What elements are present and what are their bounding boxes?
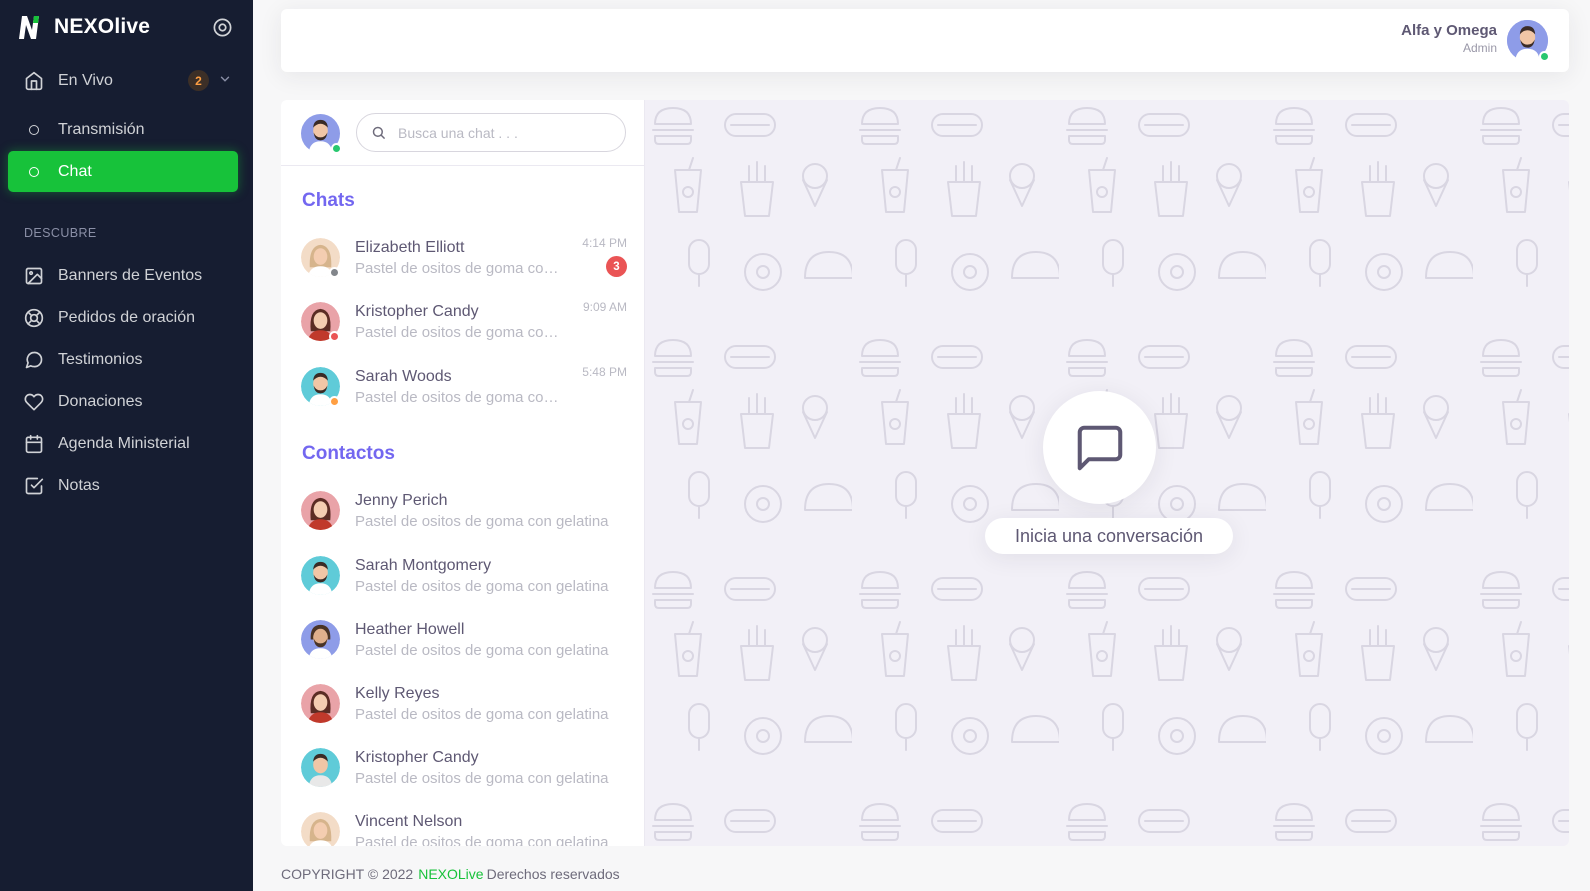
nav-label-testimonios: Testimonios bbox=[58, 350, 143, 368]
contact-item[interactable]: Heather Howell Pastel de ositos de goma … bbox=[281, 612, 644, 674]
nav-label-agenda: Agenda Ministerial bbox=[58, 434, 190, 452]
nav-item-notas[interactable]: Notas bbox=[8, 465, 238, 506]
user-avatar[interactable] bbox=[1507, 20, 1550, 62]
chat-search[interactable] bbox=[356, 113, 626, 152]
offline-status-dot bbox=[329, 267, 340, 278]
nav-item-testimonios[interactable]: Testimonios bbox=[8, 339, 238, 380]
check-square-icon bbox=[24, 476, 44, 496]
nav-label-transmision: Transmisión bbox=[58, 120, 145, 138]
start-chat-button[interactable] bbox=[1043, 391, 1156, 504]
life-buoy-icon bbox=[24, 308, 44, 328]
nav-label-banners: Banners de Eventos bbox=[58, 266, 203, 284]
busy-status-dot bbox=[329, 331, 340, 342]
user-name: Alfa y Omega bbox=[1401, 22, 1497, 39]
contact-about: Pastel de ositos de goma con gelatina bbox=[355, 706, 609, 723]
footer: COPYRIGHT © 2022 NEXOLive Derechos reserva… bbox=[281, 866, 620, 882]
footer-rights: Derechos reservados bbox=[486, 866, 620, 882]
nav-item-agenda[interactable]: Agenda Ministerial bbox=[8, 423, 238, 464]
chat-contact-name: Sarah Woods bbox=[355, 368, 452, 385]
chat-search-input[interactable] bbox=[398, 124, 598, 141]
contact-item[interactable]: Kelly Reyes Pastel de ositos de goma con… bbox=[281, 676, 644, 738]
away-status-dot bbox=[329, 396, 340, 407]
contact-name: Jenny Perich bbox=[355, 492, 448, 509]
contact-name: Kristopher Candy bbox=[355, 749, 479, 766]
nav-badge-count: 2 bbox=[188, 70, 209, 91]
heart-icon bbox=[24, 392, 44, 412]
contact-name: Sarah Montgomery bbox=[355, 557, 492, 574]
chat-item[interactable]: Sarah Woods Pastel de ositos de goma con… bbox=[281, 359, 644, 421]
user-role: Admin bbox=[1462, 41, 1497, 55]
contact-about: Pastel de ositos de goma con gelatina bbox=[355, 642, 609, 659]
nav-item-chat[interactable]: Chat bbox=[8, 151, 238, 192]
message-square-icon bbox=[1077, 425, 1122, 470]
my-profile-avatar[interactable] bbox=[301, 114, 342, 154]
nav-label-en-vivo: En Vivo bbox=[58, 71, 113, 89]
image-icon bbox=[24, 266, 44, 286]
footer-copyright: COPYRIGHT © 2022 bbox=[281, 866, 414, 882]
nav-item-banners[interactable]: Banners de Eventos bbox=[8, 255, 238, 296]
chat-item[interactable]: Kristopher Candy Pastel de ositos de gom… bbox=[281, 294, 644, 356]
chat-time: 9:09 AM bbox=[582, 300, 627, 314]
online-status-dot bbox=[1539, 51, 1550, 62]
nav-label-donaciones: Donaciones bbox=[58, 392, 143, 410]
contact-name: Vincent Nelson bbox=[355, 813, 463, 830]
chat-last-message: Pastel de ositos de goma con gelatina bbox=[355, 389, 565, 406]
collapse-toggle-icon[interactable] bbox=[212, 17, 233, 38]
top-navbar: Alfa y Omega Admin bbox=[281, 9, 1569, 72]
brand-name: NEXOlive bbox=[54, 15, 151, 38]
nav-item-en-vivo[interactable]: En Vivo 2 bbox=[8, 60, 238, 101]
contact-item[interactable]: Jenny Perich Pastel de ositos de goma co… bbox=[281, 483, 644, 545]
nexo-logo-icon bbox=[19, 16, 39, 39]
footer-brand-link[interactable]: NEXOLive bbox=[418, 866, 483, 882]
contact-name: Heather Howell bbox=[355, 621, 465, 638]
chevron-down-icon bbox=[220, 76, 230, 82]
unread-count-badge: 3 bbox=[606, 256, 627, 277]
avatar-man-icon bbox=[301, 556, 340, 595]
contact-about: Pastel de ositos de goma con gelatina bbox=[355, 513, 609, 530]
user-info[interactable]: Alfa y Omega Admin bbox=[1401, 22, 1497, 55]
start-conversation-label[interactable]: Inicia una conversación bbox=[985, 518, 1233, 554]
contact-about: Pastel de ositos de goma con gelatina bbox=[355, 578, 609, 595]
nav-item-pedidos[interactable]: Pedidos de oración bbox=[8, 297, 238, 338]
nav-item-donaciones[interactable]: Donaciones bbox=[8, 381, 238, 422]
contact-about: Pastel de ositos de goma con gelatina bbox=[355, 834, 609, 846]
search-icon bbox=[372, 126, 385, 139]
avatar-man-icon bbox=[301, 620, 340, 659]
circle-icon bbox=[24, 120, 44, 140]
chat-contact-name: Kristopher Candy bbox=[355, 303, 479, 320]
chats-section-title: Chats bbox=[302, 190, 355, 211]
chat-last-message: Pastel de ositos de goma con gelatina bbox=[355, 260, 565, 277]
circle-icon bbox=[24, 162, 44, 182]
chat-contact-name: Elizabeth Elliott bbox=[355, 239, 465, 256]
contact-item[interactable]: Kristopher Candy Pastel de ositos de gom… bbox=[281, 740, 644, 802]
nav-label-pedidos: Pedidos de oración bbox=[58, 308, 195, 326]
avatar-man-icon bbox=[301, 748, 340, 787]
contact-about: Pastel de ositos de goma con gelatina bbox=[355, 770, 609, 787]
chat-time: 4:14 PM bbox=[582, 236, 627, 250]
contact-item[interactable]: Sarah Montgomery Pastel de ositos de gom… bbox=[281, 548, 644, 610]
nav-label-chat: Chat bbox=[58, 162, 92, 180]
chat-content-area: Inicia una conversación bbox=[645, 100, 1569, 846]
chat-list-header bbox=[281, 100, 644, 166]
contact-item[interactable]: Vincent Nelson Pastel de ositos de goma … bbox=[281, 804, 644, 846]
chat-sidebar: Chats Elizabeth Elliott Pastel de ositos… bbox=[281, 100, 645, 846]
avatar-woman-icon bbox=[301, 684, 340, 723]
online-status-dot bbox=[331, 143, 342, 154]
main-menu: NEXOlive En Vivo 2 Transmisión Chat DESC… bbox=[0, 0, 253, 891]
brand[interactable]: NEXOlive bbox=[16, 12, 150, 42]
calendar-icon bbox=[24, 434, 44, 454]
nav-label-notas: Notas bbox=[58, 476, 100, 494]
chat-time: 5:48 PM bbox=[582, 365, 627, 379]
contacts-section-title: Contactos bbox=[302, 443, 395, 464]
message-circle-icon bbox=[24, 350, 44, 370]
section-header-descubre: DESCUBRE bbox=[24, 226, 97, 240]
avatar-woman-icon bbox=[301, 812, 340, 846]
chat-item[interactable]: Elizabeth Elliott Pastel de ositos de go… bbox=[281, 230, 644, 292]
nav-item-transmision[interactable]: Transmisión bbox=[8, 109, 238, 150]
avatar-woman-icon bbox=[301, 491, 340, 530]
contact-name: Kelly Reyes bbox=[355, 685, 440, 702]
home-icon bbox=[24, 71, 44, 91]
chat-last-message: Pastel de ositos de goma con gelatina bbox=[355, 324, 565, 341]
